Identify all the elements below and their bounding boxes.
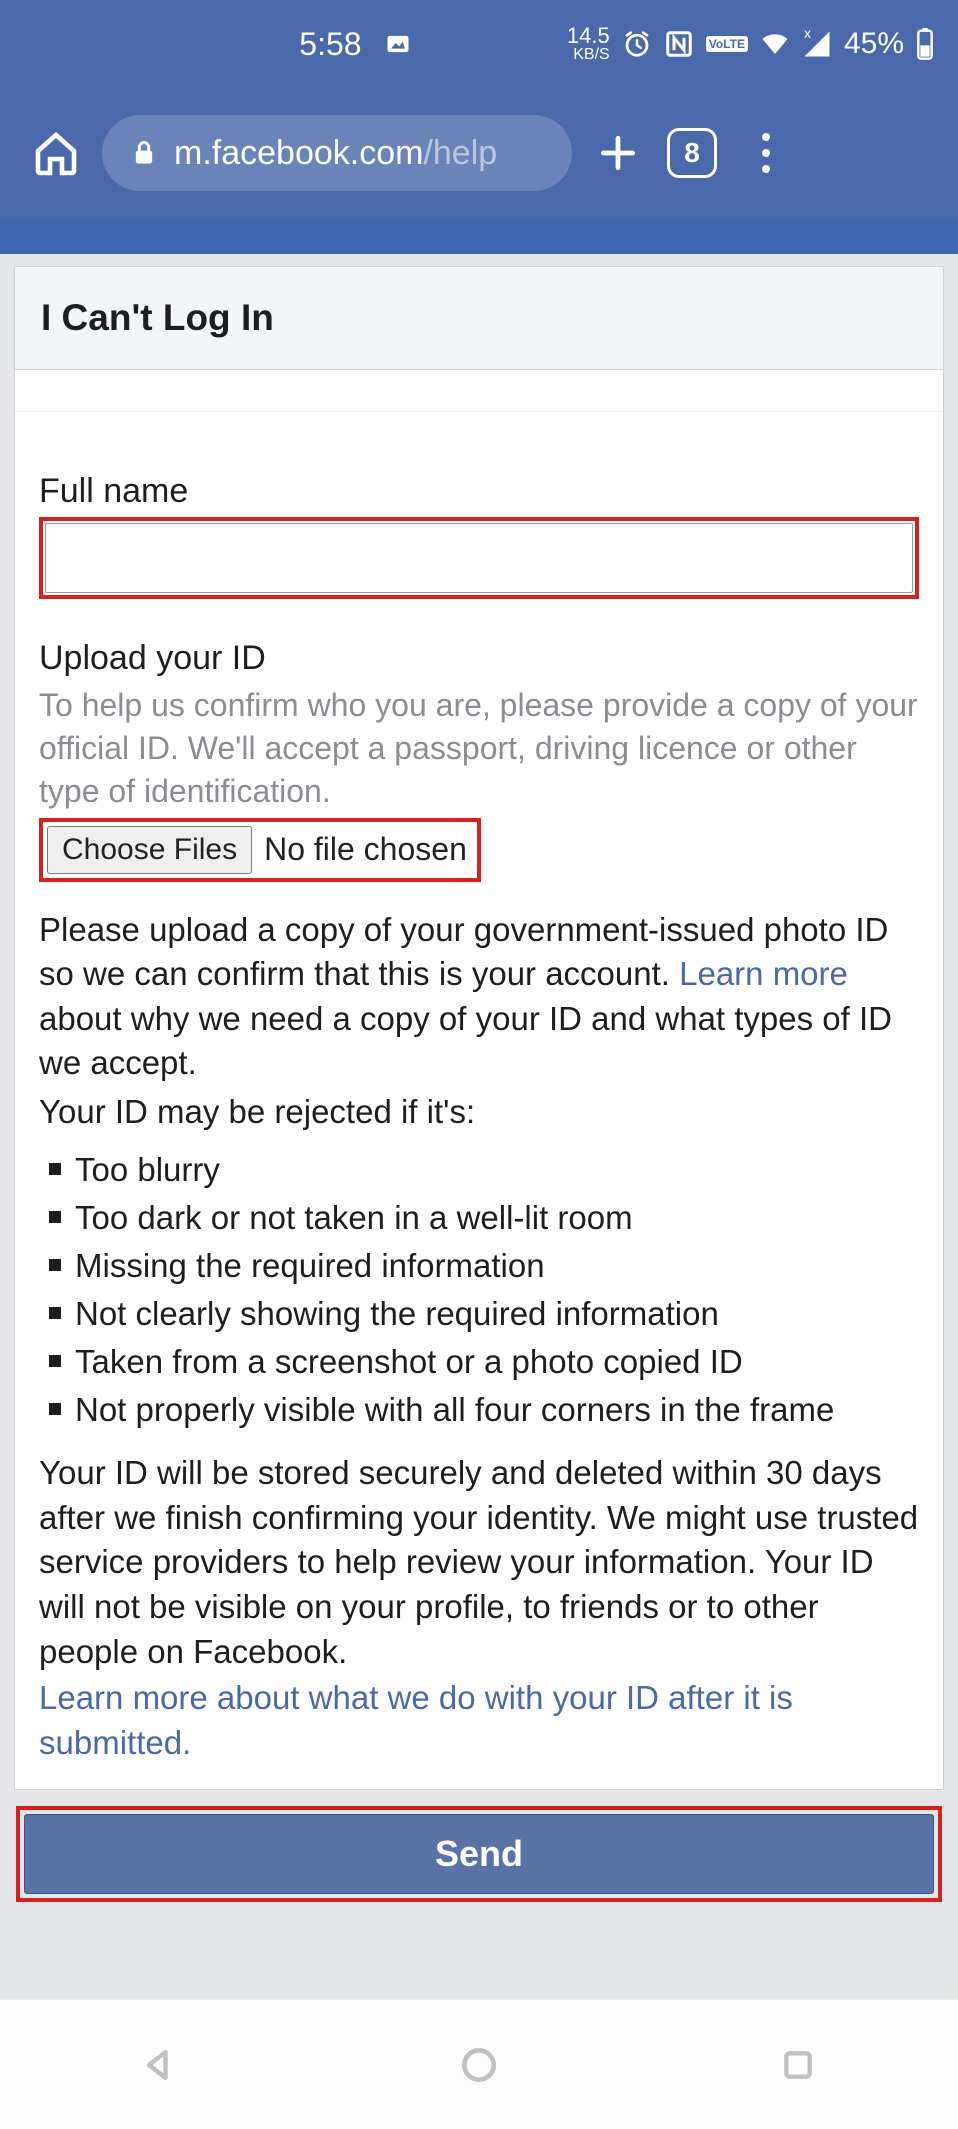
nfc-icon (664, 29, 694, 59)
list-item: Taken from a screenshot or a photo copie… (39, 1338, 919, 1386)
card-header: I Can't Log In (15, 267, 943, 370)
recents-button[interactable] (768, 2035, 828, 2095)
rejection-reasons-list: Too blurry Too dark or not taken in a we… (39, 1146, 919, 1433)
full-name-input[interactable] (45, 523, 913, 593)
reject-intro: Your ID may be rejected if it's: (39, 1090, 919, 1135)
alarm-icon (622, 29, 652, 59)
address-bar[interactable]: m.facebook.com/help (102, 115, 572, 191)
list-item: Too blurry (39, 1146, 919, 1194)
cellular-signal-icon: x (802, 29, 832, 59)
android-nav-bar (0, 1999, 958, 2129)
page-background: I Can't Log In Full name Upload your ID … (0, 254, 958, 1999)
battery-icon (916, 28, 934, 60)
upload-description: Please upload a copy of your government-… (39, 908, 919, 1086)
home-button[interactable] (28, 125, 84, 181)
data-rate-indicator: 14.5 KB/S (567, 25, 610, 63)
tab-switcher-button[interactable]: 8 (664, 128, 720, 178)
screenshot-notification-icon (384, 30, 412, 58)
list-item: Too dark or not taken in a well-lit room (39, 1194, 919, 1242)
back-button[interactable] (130, 2035, 190, 2095)
volte-icon: VoLTE (706, 36, 748, 52)
upload-id-label: Upload your ID (39, 639, 919, 678)
full-name-label: Full name (39, 472, 919, 511)
upload-id-help: To help us confirm who you are, please p… (39, 684, 919, 814)
list-item: Not properly visible with all four corne… (39, 1386, 919, 1434)
chrome-toolbar: m.facebook.com/help 8 (0, 88, 958, 218)
learn-more-link-1[interactable]: Learn more (679, 955, 848, 992)
choose-files-button[interactable]: Choose Files (47, 826, 252, 874)
wifi-icon (760, 29, 790, 59)
send-button[interactable]: Send (24, 1814, 934, 1894)
learn-more-link-2[interactable]: Learn more about what we do with your ID… (39, 1679, 793, 1761)
new-tab-button[interactable] (590, 131, 646, 175)
list-item: Missing the required information (39, 1242, 919, 1290)
file-picker-highlight: Choose Files No file chosen (39, 818, 481, 882)
overflow-menu-button[interactable] (738, 133, 794, 173)
header-spacer (15, 370, 943, 412)
send-button-highlight: Send (16, 1806, 942, 1902)
tab-count-badge: 8 (667, 128, 717, 178)
battery-percent: 45% (844, 27, 904, 61)
full-name-highlight (39, 517, 919, 599)
facebook-header-strip (0, 218, 958, 254)
status-time: 5:58 (299, 26, 361, 63)
storage-policy-text: Your ID will be stored securely and dele… (39, 1451, 919, 1674)
home-nav-button[interactable] (449, 2035, 509, 2095)
page-title: I Can't Log In (41, 297, 917, 339)
list-item: Not clearly showing the required informa… (39, 1290, 919, 1338)
url-text: m.facebook.com/help (174, 134, 497, 173)
lock-icon (130, 139, 158, 167)
android-status-bar: 5:58 14.5 KB/S VoLTE x 45% (0, 0, 958, 88)
help-form-card: I Can't Log In Full name Upload your ID … (14, 266, 944, 1790)
file-status-text: No file chosen (264, 831, 467, 868)
